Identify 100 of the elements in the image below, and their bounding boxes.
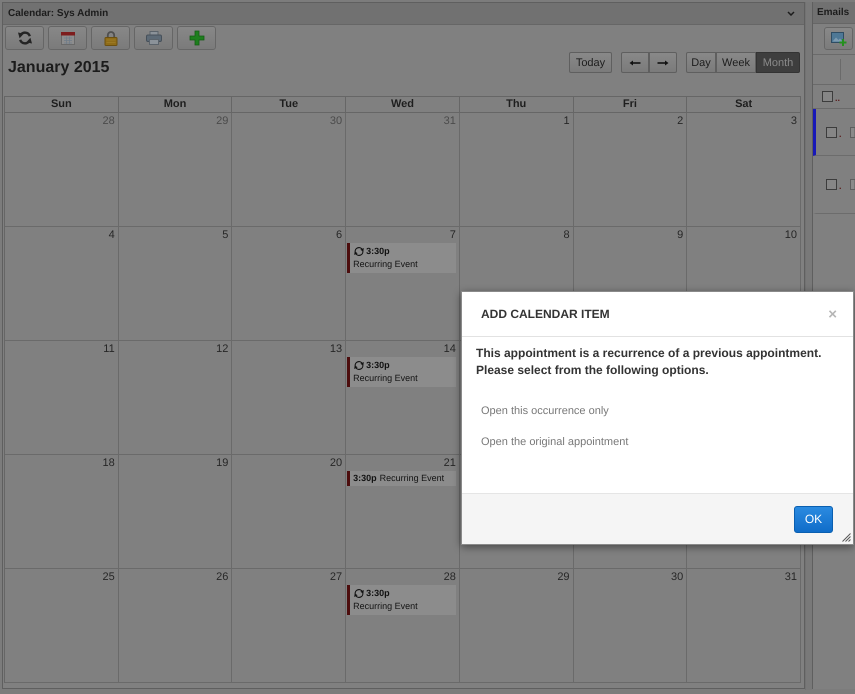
day-number: 7	[450, 229, 456, 242]
image-plus-icon	[830, 32, 846, 46]
day-cell[interactable]: 13	[232, 341, 346, 455]
day-number: 5	[222, 229, 228, 242]
weekday-header: Mon	[118, 97, 232, 113]
dialog-message: This appointment is a recurrence of a previous appointment. Please select from the following options.	[476, 345, 822, 379]
weekday-header: Sat	[687, 97, 801, 113]
day-number: 26	[216, 571, 228, 584]
event-title: Recurring Event	[353, 372, 419, 385]
day-cell[interactable]: 6	[232, 227, 346, 341]
day-number: 19	[216, 457, 228, 470]
today-button[interactable]: Today	[569, 52, 612, 73]
email-row[interactable]: .	[813, 156, 855, 214]
recurring-arrows-icon	[353, 360, 366, 371]
add-button[interactable]	[177, 26, 216, 50]
day-cell[interactable]: 20	[232, 455, 346, 569]
add-image-button[interactable]	[824, 27, 853, 50]
weekday-header: Thu	[460, 97, 574, 113]
day-number: 1	[563, 115, 570, 128]
chevron-down-icon[interactable]	[787, 11, 795, 16]
day-number: 4	[108, 229, 115, 242]
day-number: 25	[102, 571, 115, 584]
weekday-header: Tue	[232, 97, 346, 113]
event-title: Recurring Event	[380, 472, 444, 485]
day-number: 30	[671, 571, 684, 584]
event-title: Recurring Event	[353, 600, 419, 613]
calendar-event[interactable]: 3:30p Recurring Event	[347, 357, 456, 387]
day-cell[interactable]: 11	[5, 341, 119, 455]
day-cell[interactable]: 3	[687, 113, 801, 227]
day-number: 14	[444, 343, 456, 356]
next-button[interactable]	[649, 52, 677, 73]
day-cell[interactable]: 27	[232, 569, 346, 683]
print-button[interactable]	[134, 26, 173, 50]
lock-button[interactable]	[91, 26, 130, 50]
day-cell[interactable]: 1	[460, 113, 574, 227]
day-number: 3	[790, 115, 797, 128]
calendar-button[interactable]	[48, 26, 87, 50]
row-text: .	[839, 128, 842, 138]
column-label: ..	[835, 92, 840, 103]
view-tab[interactable]: Day	[686, 52, 716, 73]
panel-title: Calendar: Sys Admin	[8, 8, 110, 19]
option-item[interactable]: Open the original appointment	[481, 427, 628, 457]
day-cell[interactable]: 28 3:30p Recurring Event	[346, 569, 460, 683]
view-tab[interactable]: Week	[716, 52, 756, 73]
day-number: 29	[557, 571, 570, 584]
ok-button[interactable]: OK	[794, 506, 833, 532]
printer-icon	[146, 31, 162, 45]
day-cell[interactable]: 26	[118, 569, 232, 683]
checkbox[interactable]	[826, 126, 837, 138]
day-cell[interactable]: 19	[118, 455, 232, 569]
left-arrow-icon	[629, 60, 641, 66]
event-time: 3:30p	[366, 587, 390, 600]
day-number: 11	[103, 343, 115, 356]
padlock-icon	[104, 30, 118, 46]
day-cell[interactable]: 29	[460, 569, 574, 683]
resize-grip-icon[interactable]	[841, 532, 851, 542]
event-time: 3:30p	[353, 472, 377, 485]
close-button[interactable]: ×	[828, 306, 837, 322]
recurring-arrows-icon	[353, 588, 366, 599]
day-cell[interactable]: 30	[574, 569, 688, 683]
refresh-icon	[16, 30, 32, 46]
right-arrow-icon	[657, 60, 669, 66]
refresh-button[interactable]	[5, 26, 44, 50]
day-number: 6	[336, 229, 342, 242]
calendar-event[interactable]: 3:30p Recurring Event	[347, 243, 456, 273]
option-item[interactable]: Open this occurrence only	[481, 396, 609, 426]
weekday-header: Wed	[346, 97, 460, 113]
day-number: 31	[784, 571, 797, 584]
checkbox[interactable]	[826, 179, 837, 190]
day-number: 28	[444, 571, 456, 584]
calendar-icon	[60, 30, 76, 46]
view-tab[interactable]: Month	[756, 52, 800, 73]
day-cell[interactable]: 25	[5, 569, 119, 683]
recurring-arrows-icon	[353, 246, 366, 257]
event-time: 3:30p	[366, 359, 390, 372]
day-number: 10	[784, 229, 797, 242]
plus-icon	[188, 30, 204, 46]
day-cell[interactable]: 2	[574, 113, 688, 227]
day-number: 2	[677, 115, 684, 128]
calendar-event[interactable]: 3:30p Recurring Event	[347, 585, 456, 615]
event-time: 3:30p	[366, 245, 390, 258]
row-text: .	[839, 180, 842, 191]
checkbox[interactable]	[822, 91, 833, 102]
day-cell[interactable]: 18	[5, 455, 119, 569]
month-title: January 2015	[8, 59, 110, 77]
email-row[interactable]: .	[813, 109, 855, 156]
day-number: 9	[677, 229, 684, 242]
day-cell[interactable]: 7 3:30p Recurring Event	[346, 227, 460, 341]
day-cell[interactable]: 31	[687, 569, 801, 683]
day-cell[interactable]: 4	[5, 227, 119, 341]
previous-button[interactable]	[621, 52, 649, 73]
weekday-header: Fri	[574, 97, 688, 113]
weekday-header: Sun	[5, 97, 119, 113]
day-number: 13	[330, 343, 342, 356]
calendar-event[interactable]: 3:30p Recurring Event	[347, 471, 456, 486]
day-cell[interactable]: 14 3:30p Recurring Event	[346, 341, 460, 455]
day-cell[interactable]: 5	[118, 227, 232, 341]
day-cell[interactable]: 12	[118, 341, 232, 455]
day-number: 18	[102, 457, 115, 470]
day-cell[interactable]: 21 3:30p Recurring Event	[346, 455, 460, 569]
